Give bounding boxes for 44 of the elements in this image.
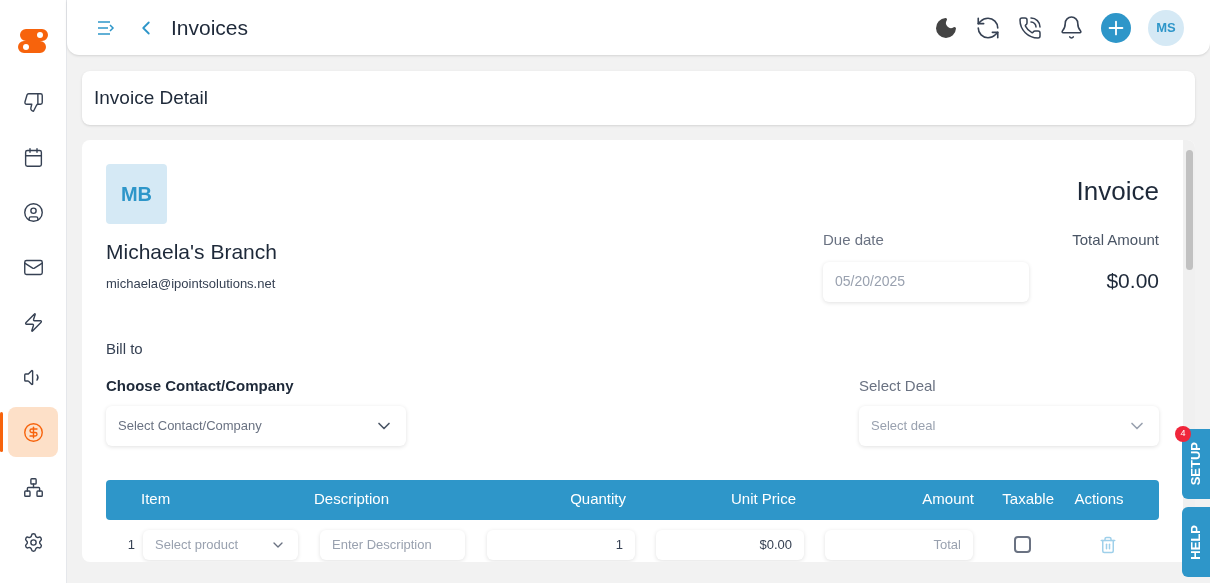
due-date-label: Due date [823,230,885,250]
column-header: Item [140,489,172,510]
hierarchy-icon [22,476,44,498]
moon-icon[interactable] [934,15,958,40]
company-logo: MB [106,164,167,224]
scrollbar-thumb[interactable] [1185,150,1193,270]
due-date-field[interactable]: 05/20/2025 [823,261,1029,302]
description-field[interactable]: Enter Description [320,529,465,560]
company-email: michaela@ipointsolutions.net [106,274,277,293]
deal-select[interactable]: Select deal [859,405,1159,446]
unit-price-field[interactable]: $0.00 [656,529,804,560]
column-header: Amount [921,489,974,510]
contact-label: Choose Contact/Company [106,376,295,396]
total-label: Total Amount [1072,230,1159,250]
column-header: Unit Price [729,489,797,510]
column-header: Description [313,489,391,510]
total-amount: $0.00 [1106,267,1159,294]
invoice-heading: Invoice [1076,175,1159,208]
column-header: Actions [1073,489,1125,510]
lightning-icon [22,311,44,333]
side-tab[interactable]: HELP [1182,507,1210,577]
amount-field[interactable]: Total [825,529,973,560]
column-header: Taxable [1001,489,1054,510]
row-number: 1 [126,535,136,554]
quantity-field[interactable]: 1 [487,529,635,560]
column-header: Quantity [569,489,626,510]
deal-label: Select Deal [859,376,937,396]
taxable-checkbox[interactable] [1014,536,1031,553]
user-icon [22,201,44,223]
contact-select[interactable]: Select Contact/Company [106,405,406,446]
phone-icon[interactable] [1018,15,1042,40]
bill-to-label: Bill to [106,338,144,359]
dollar-icon [22,421,44,443]
user-avatar[interactable]: MS [1148,9,1184,46]
product-select[interactable]: Select product [143,529,298,560]
calendar-icon [22,146,44,168]
thumbs-down-icon [22,91,44,113]
bell-icon[interactable] [1059,15,1084,40]
company-name: Michaela's Branch [106,239,277,265]
section-title: Invoice Detail [94,85,209,110]
logo-icon [18,26,48,56]
settings-icon [22,531,44,553]
page-title: Invoices [171,14,249,41]
add-button[interactable] [1101,12,1131,43]
